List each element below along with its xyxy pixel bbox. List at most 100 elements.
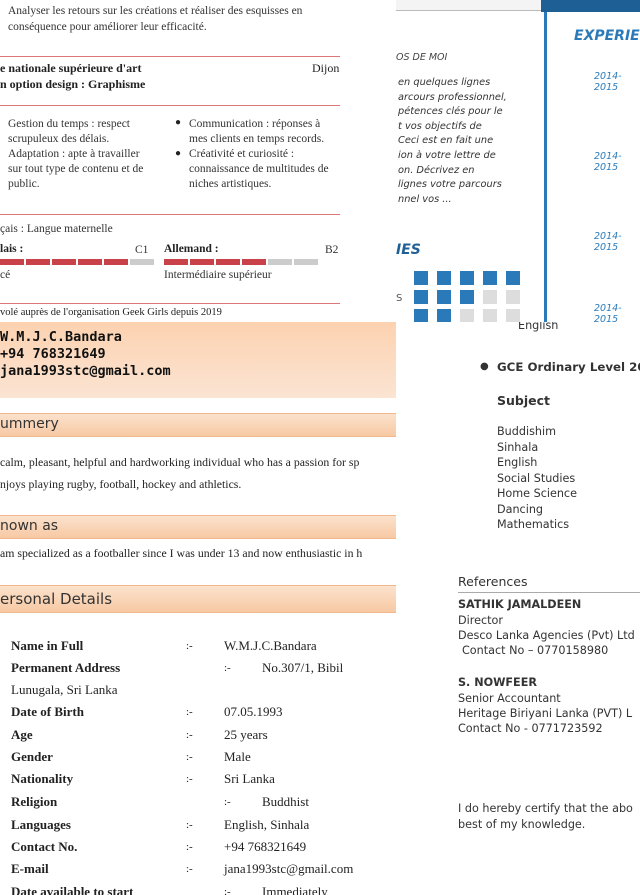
- skill-line: connaissance de multitudes de: [189, 163, 329, 175]
- address-line-2: Lunugala, Sri Lanka: [11, 682, 118, 697]
- bullet-icon: ●: [175, 117, 182, 128]
- detail-value: 25 years: [224, 727, 268, 742]
- skills-section-label: IES: [396, 242, 421, 258]
- detail-value: Sri Lanka: [224, 771, 275, 786]
- level-segment: [52, 259, 76, 265]
- detail-value: Male: [224, 749, 251, 764]
- language-2-desc: Intermédiaire supérieur: [164, 269, 272, 281]
- ref-1-contact: Contact No – 0770158980: [462, 644, 609, 657]
- skill-level-square: [414, 271, 428, 285]
- main-cv-panel: W.M.J.C.Bandara +94 768321649 jana1993st…: [0, 322, 396, 895]
- subject-item: Social Studies: [497, 471, 576, 485]
- level-segment: [26, 259, 50, 265]
- detail-label: Gender: [11, 749, 53, 764]
- experience-year: 2014-2015: [594, 231, 622, 253]
- language-1-level: C1: [135, 244, 149, 256]
- school-name: e nationale supérieure d'art: [0, 61, 142, 75]
- detail-label: Religion: [11, 794, 58, 809]
- about-line: arcours professionnel,: [398, 91, 507, 103]
- ref-2-company: Heritage Biriyani Lanka (PVT) L: [458, 707, 633, 720]
- detail-label: Languages: [11, 817, 71, 832]
- personal-title: ersonal Details: [0, 590, 113, 608]
- summary-section-bar: [0, 413, 396, 437]
- ref-2-role: Senior Accountant: [458, 692, 561, 705]
- header-name: W.M.J.C.Bandara: [0, 329, 122, 345]
- school-city: Dijon: [312, 61, 340, 75]
- certify-line-1: I do hereby certify that the abo: [458, 802, 633, 815]
- language-1-name: lais :: [0, 243, 24, 255]
- subject-item: Mathematics: [497, 518, 570, 531]
- detail-separator: :-: [186, 729, 193, 741]
- detail-label: Nationality: [11, 771, 74, 786]
- level-segment: [78, 259, 102, 265]
- experience-title: EXPERIE: [574, 28, 640, 44]
- skill-level-square: [483, 290, 497, 304]
- level-segment: [104, 259, 128, 265]
- skill-line: Communication : réponses à: [189, 118, 321, 130]
- level-segment: [164, 259, 188, 265]
- skill-line: public.: [8, 178, 40, 190]
- right-cv-panel: English ● GCE Ordinary Level 20 Subject …: [396, 322, 640, 895]
- detail-separator: :-: [224, 662, 231, 674]
- detail-label: Date of Birth: [11, 704, 84, 719]
- references-title: References: [458, 574, 528, 589]
- ref-1-role: Director: [458, 614, 503, 627]
- detail-value: +94 768321649: [224, 839, 307, 854]
- skill-level-square: [506, 290, 520, 304]
- divider: [0, 56, 340, 57]
- skill-row-label: S: [396, 293, 403, 304]
- detail-value: W.M.J.C.Bandara: [224, 638, 317, 653]
- summary-line-2: njoys playing rugby, football, hockey an…: [0, 477, 242, 491]
- about-line: en quelques lignes: [398, 77, 491, 88]
- skill-level-square: [437, 271, 451, 285]
- subject-list: Buddishim Sinhala English Social Studies…: [497, 424, 577, 533]
- known-title: nown as: [0, 518, 59, 534]
- level-segment: [0, 259, 24, 265]
- skills-left-list: Gestion du temps : respect scrupuleux de…: [8, 117, 143, 192]
- detail-separator: :-: [186, 640, 193, 652]
- divider: [458, 592, 640, 593]
- detail-value: Immediately: [262, 884, 328, 895]
- subject-title: Subject: [497, 393, 550, 408]
- known-line: am specialized as a footballer since I w…: [0, 546, 363, 560]
- certify-line-2: best of my knowledge.: [458, 818, 586, 831]
- detail-value: jana1993stc@gmail.com: [224, 861, 354, 876]
- column-divider: [544, 12, 547, 322]
- skill-level-square: [460, 309, 474, 322]
- header-email: jana1993stc@gmail.com: [0, 363, 171, 379]
- volunteer-line: volé auprès de l'organisation Geek Girls…: [0, 307, 222, 318]
- detail-separator: :-: [186, 841, 193, 853]
- detail-separator: :-: [186, 773, 193, 785]
- about-section-label: OS DE MOI: [396, 52, 448, 63]
- subject-item: Sinhala: [497, 440, 539, 454]
- skill-line: Créativité et curiosité :: [189, 148, 295, 160]
- about-line: nnel vos ...: [398, 193, 452, 205]
- intro-line-2: conséquence pour améliorer leur efficaci…: [8, 21, 207, 33]
- about-line: lignes votre parcours: [398, 179, 502, 191]
- skill-level-square: [460, 290, 474, 304]
- summary-line-1: calm, pleasant, helpful and hardworking …: [0, 455, 360, 469]
- bullet-icon: ●: [480, 361, 489, 372]
- skill-level-square: [483, 271, 497, 285]
- divider: [0, 214, 340, 215]
- level-segment: [130, 259, 154, 265]
- subject-item: English: [497, 456, 538, 469]
- language-1-desc: cé: [0, 269, 11, 281]
- detail-value: Buddhist: [262, 794, 309, 809]
- ref-1-name: SATHIK JAMALDEEN: [458, 598, 582, 611]
- about-line: Ceci est en fait une: [398, 135, 494, 147]
- skill-level-square: [414, 290, 428, 304]
- ref-2-contact: Contact No - 0771723592: [458, 722, 603, 735]
- known-section-bar: [0, 515, 396, 539]
- detail-label: Name in Full: [11, 638, 84, 653]
- gce-title: GCE Ordinary Level 20: [497, 360, 640, 374]
- about-line: on. Décrivez en: [398, 164, 475, 176]
- ref-2-name: S. NOWFEER: [458, 676, 537, 689]
- detail-label: Date available to start: [11, 884, 134, 895]
- experience-year: 2014-2015: [594, 71, 622, 93]
- school-option: n option design : Graphisme: [0, 77, 146, 91]
- detail-value: English, Sinhala: [224, 817, 310, 832]
- skill-line: Adaptation : apte à travailler: [8, 148, 140, 160]
- subject-item: Buddishim: [497, 425, 557, 438]
- level-segment: [294, 259, 318, 265]
